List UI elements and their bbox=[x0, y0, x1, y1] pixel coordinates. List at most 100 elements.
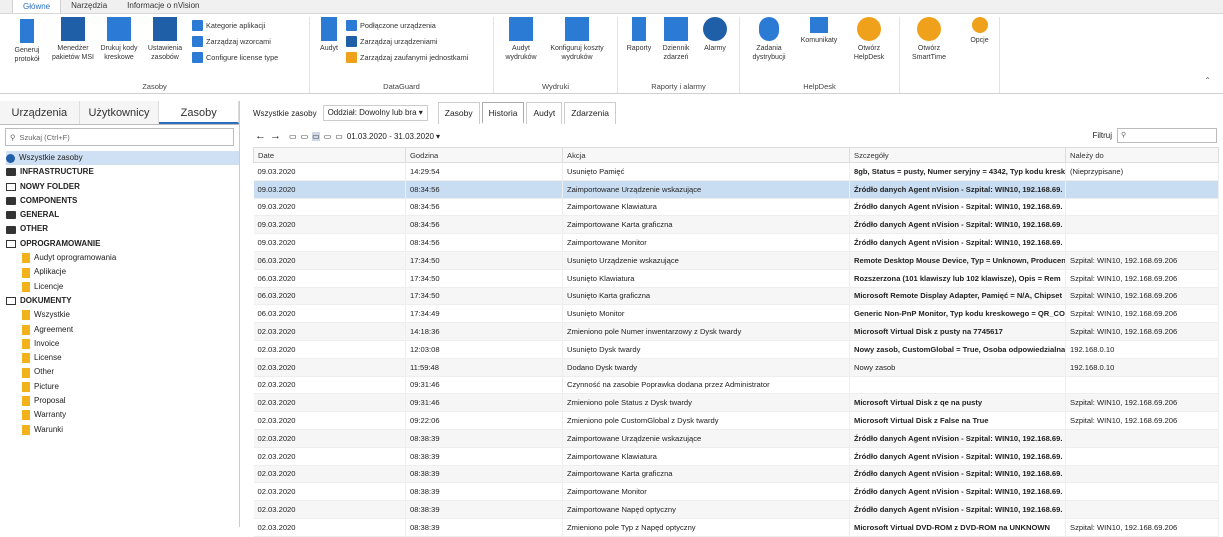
table-cell: Źródło danych Agent nVision - Szpital: W… bbox=[849, 447, 1066, 466]
open-helpdesk-button[interactable]: Otwórz HelpDesk bbox=[844, 17, 894, 62]
table-row[interactable]: 02.03.2020 12:03:08 Usunięto Dysk twardy No… bbox=[253, 340, 1219, 359]
tree-item[interactable]: Warranty bbox=[6, 408, 239, 422]
collapse-ribbon-icon[interactable]: ⌃ bbox=[1204, 76, 1211, 85]
table-row[interactable]: 02.03.2020 08:38:39 Zaimportowane Karta gr… bbox=[253, 465, 1219, 484]
settings-icon bbox=[153, 17, 177, 41]
tree-item[interactable]: Wszystkie bbox=[6, 308, 239, 322]
tab-zdarzenia[interactable]: Zdarzenia bbox=[564, 102, 617, 124]
tab-audyt[interactable]: Audyt bbox=[526, 102, 563, 124]
tree-item[interactable]: Picture bbox=[6, 380, 239, 394]
print-costs-button[interactable]: Konfiguruj koszty wydruków bbox=[544, 17, 610, 62]
tab-urzadzenia[interactable]: Urządzenia bbox=[0, 101, 80, 124]
back-arrow-icon[interactable]: ← bbox=[255, 130, 266, 142]
asset-settings-button[interactable]: Ustawienia zasobów bbox=[142, 17, 188, 62]
table-row[interactable]: 02.03.2020 14:18:36 Zmieniono pole Numer i… bbox=[253, 322, 1219, 341]
column-header[interactable]: Date bbox=[253, 147, 406, 163]
table-row[interactable]: 09.03.2020 08:34:56 Zaimportowane Monitor Ź… bbox=[253, 233, 1219, 252]
options-button[interactable]: Opcje bbox=[964, 17, 995, 45]
search-input[interactable]: ⚲ Szukaj (Ctrl+F) bbox=[5, 128, 234, 146]
calendar-range-icon[interactable]: ▭ bbox=[335, 132, 343, 141]
audit-button[interactable]: Audyt bbox=[314, 17, 344, 53]
tab-informacje[interactable]: Informacje o nVision bbox=[117, 0, 209, 13]
table-row[interactable]: 02.03.2020 08:38:39 Zaimportowane Klawiatu… bbox=[253, 447, 1219, 466]
folder-icon bbox=[6, 211, 16, 220]
tree-item[interactable]: Aplikacje bbox=[6, 265, 239, 279]
print-audit-button[interactable]: Audyt wydruków bbox=[498, 17, 544, 62]
calendar-year-icon[interactable]: ▭ bbox=[324, 132, 332, 141]
tree-item[interactable]: COMPONENTS bbox=[6, 194, 239, 208]
table-row[interactable]: 06.03.2020 17:34:50 Usunięto Urządzenie ws… bbox=[253, 251, 1219, 270]
table-row[interactable]: 06.03.2020 17:34:50 Usunięto Klawiatura Roz… bbox=[253, 269, 1219, 288]
column-header[interactable]: Należy do bbox=[1065, 147, 1219, 163]
table-row[interactable]: 09.03.2020 08:34:56 Zaimportowane Karta gr… bbox=[253, 215, 1219, 235]
distribution-tasks-button[interactable]: Zadania dystrybucji bbox=[744, 17, 794, 62]
tab-glowne[interactable]: Główne bbox=[12, 0, 62, 13]
table-row[interactable]: 06.03.2020 17:34:50 Usunięto Karta graficz… bbox=[253, 287, 1219, 306]
tree-item[interactable]: Agreement bbox=[6, 323, 239, 337]
table-cell: 08:38:39 bbox=[405, 465, 563, 484]
tree-item[interactable]: OTHER bbox=[6, 222, 239, 236]
tree-item[interactable]: Wszystkie zasoby bbox=[6, 151, 239, 166]
column-header[interactable]: Akcja bbox=[562, 147, 850, 163]
print-barcodes-button[interactable]: Drukuj kody kreskowe bbox=[96, 17, 142, 62]
manage-templates-button[interactable]: Zarządzaj wzorcami bbox=[192, 33, 278, 49]
event-log-button[interactable]: Dziennik zdarzeń bbox=[656, 17, 696, 62]
tree-item[interactable]: NOWY FOLDER bbox=[6, 180, 239, 194]
open-smarttime-button[interactable]: Otwórz SmartTime bbox=[904, 17, 954, 62]
calendar-day-icon[interactable]: ▭ bbox=[289, 132, 297, 141]
table-row[interactable]: 02.03.2020 08:38:39 Zaimportowane Napęd op… bbox=[253, 500, 1219, 519]
calendar-week-icon[interactable]: ▭ bbox=[301, 132, 309, 141]
tab-historia[interactable]: Historia bbox=[481, 102, 525, 124]
table-row[interactable]: 02.03.2020 09:31:46 Zmieniono pole Status … bbox=[253, 393, 1219, 413]
table-row[interactable]: 02.03.2020 09:22:06 Zmieniono pole CustomG… bbox=[253, 411, 1219, 430]
table-row[interactable]: 02.03.2020 11:59:48 Dodano Dysk twardy Nowy… bbox=[253, 358, 1219, 377]
alarms-button[interactable]: Alarmy bbox=[696, 17, 734, 53]
generate-protocol-button[interactable]: Generuj protokół bbox=[4, 17, 50, 64]
table-row[interactable]: 02.03.2020 08:38:39 Zmieniono pole Typ z N… bbox=[253, 518, 1219, 537]
tab-zasoby-view[interactable]: Zasoby bbox=[437, 102, 480, 124]
group-label: Raporty i alarmy bbox=[651, 82, 706, 91]
msi-manager-button[interactable]: Menedżer pakietów MSI bbox=[50, 17, 96, 62]
table-cell: Zaimportowane Urządzenie wskazujące bbox=[562, 429, 850, 448]
tree-item[interactable]: GENERAL bbox=[6, 208, 239, 222]
tab-narzedzia[interactable]: Narzędzia bbox=[61, 0, 117, 13]
table-row[interactable]: 02.03.2020 09:31:46 Czynność na zasobie Po… bbox=[253, 376, 1219, 395]
tree-item[interactable]: OPROGRAMOWANIE bbox=[6, 237, 239, 251]
tree-item[interactable]: DOKUMENTY bbox=[6, 294, 239, 308]
table-row[interactable]: 09.03.2020 14:29:54 Usunięto Pamięć 8gb, St… bbox=[253, 162, 1219, 181]
tree-item[interactable]: Proposal bbox=[6, 394, 239, 408]
table-row[interactable]: 09.03.2020 08:34:56 Zaimportowane Klawiatu… bbox=[253, 198, 1219, 217]
trusted-units-button[interactable]: Zarządzaj zaufanymi jednostkami bbox=[346, 49, 468, 65]
forward-arrow-icon[interactable]: → bbox=[270, 130, 281, 142]
tree-item[interactable]: Other bbox=[6, 365, 239, 379]
filter-input[interactable]: ⚲ bbox=[1117, 128, 1217, 143]
reports-button[interactable]: Raporty bbox=[622, 17, 656, 53]
tree-item[interactable]: Warunki bbox=[6, 423, 239, 437]
table-row[interactable]: 06.03.2020 17:34:49 Usunięto Monitor Generi… bbox=[253, 304, 1219, 324]
table-cell: 12:03:08 bbox=[405, 340, 563, 359]
table-cell bbox=[1065, 233, 1219, 252]
column-header[interactable]: Szczegóły bbox=[849, 147, 1066, 163]
tree-item[interactable]: License bbox=[6, 351, 239, 365]
tree-item[interactable]: INFRASTRUCTURE bbox=[6, 165, 239, 179]
license-type-button[interactable]: Configure license type bbox=[192, 49, 278, 65]
tree-item-label: Invoice bbox=[34, 338, 60, 348]
tree-item[interactable]: Licencje bbox=[6, 280, 239, 294]
table-row[interactable]: 02.03.2020 08:38:39 Zaimportowane Monitor Ź… bbox=[253, 482, 1219, 502]
branch-select[interactable]: Oddział: Dowolny lub bra ▾ bbox=[322, 105, 428, 121]
tab-uzytkownicy[interactable]: Użytkownicy bbox=[80, 101, 160, 124]
chevron-down-icon[interactable]: ▾ bbox=[436, 132, 440, 141]
tab-zasoby[interactable]: Zasoby bbox=[159, 101, 240, 124]
date-range[interactable]: 01.03.2020 - 31.03.2020 bbox=[347, 132, 434, 141]
table-row[interactable]: 02.03.2020 08:38:39 Zaimportowane Urządzen… bbox=[253, 429, 1219, 448]
table-cell: 09:22:06 bbox=[405, 411, 563, 430]
app-categories-button[interactable]: Kategorie aplikacji bbox=[192, 17, 278, 33]
tree-item[interactable]: Audyt oprogramowania bbox=[6, 251, 239, 265]
messages-button[interactable]: Komunikaty bbox=[794, 17, 844, 45]
column-header[interactable]: Godzina bbox=[405, 147, 563, 163]
connected-devices-button[interactable]: Podłączone urządzenia bbox=[346, 17, 468, 33]
table-row[interactable]: 09.03.2020 08:34:56 Zaimportowane Urządzen… bbox=[253, 180, 1219, 199]
manage-devices-button[interactable]: Zarządzaj urządzeniami bbox=[346, 33, 468, 49]
tree-item[interactable]: Invoice bbox=[6, 337, 239, 351]
calendar-month-icon[interactable]: ▭ bbox=[312, 131, 320, 141]
